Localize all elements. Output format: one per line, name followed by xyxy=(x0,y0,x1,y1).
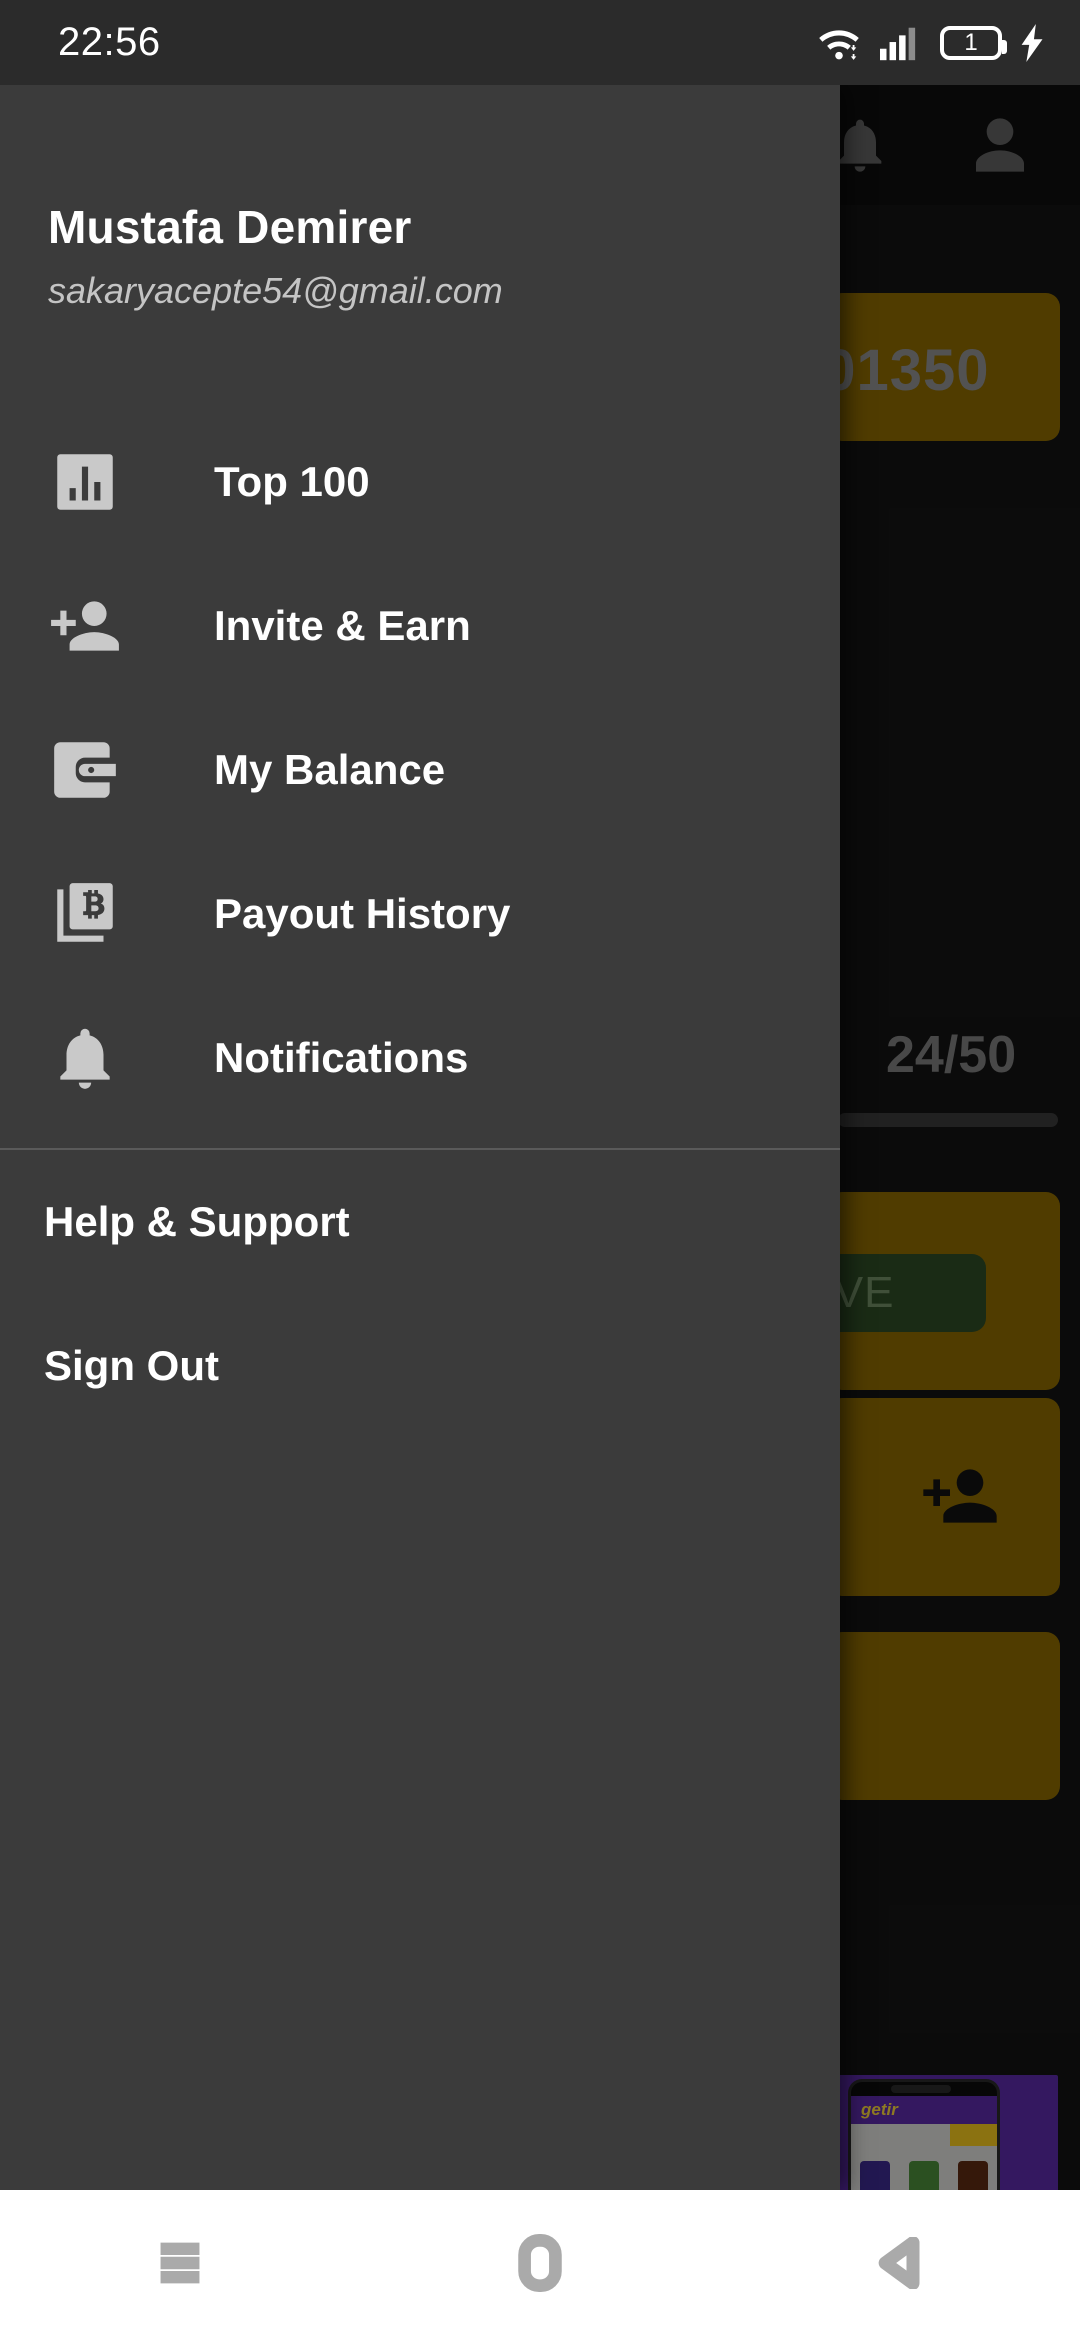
user-email: sakaryacepte54@gmail.com xyxy=(48,270,503,311)
menu-item-label: Invite & Earn xyxy=(214,602,471,649)
drawer-menu: Top 100 Invite & Earn My Balance Payout … xyxy=(0,410,840,1130)
menu-item-notifications[interactable]: Notifications xyxy=(0,986,840,1130)
status-bar: 22:56 1 xyxy=(0,0,1080,85)
menu-item-payout-history[interactable]: Payout History xyxy=(0,842,840,986)
menu-item-sign-out[interactable]: Sign Out xyxy=(0,1294,840,1438)
menu-item-label: Notifications xyxy=(214,1034,469,1081)
bitcoin-history-icon xyxy=(48,877,122,951)
battery-icon: 1 xyxy=(940,25,1007,60)
menu-item-invite-earn[interactable]: Invite & Earn xyxy=(0,554,840,698)
back-button[interactable] xyxy=(825,2190,975,2340)
wifi-icon xyxy=(816,25,862,61)
menu-item-label: Payout History xyxy=(214,890,511,937)
system-navigation-bar xyxy=(0,2190,1080,2340)
user-name: Mustafa Demirer xyxy=(48,201,412,253)
menu-item-my-balance[interactable]: My Balance xyxy=(0,698,840,842)
navigation-drawer: Mustafa Demirer sakaryacepte54@gmail.com… xyxy=(0,85,840,2190)
home-button[interactable] xyxy=(465,2190,615,2340)
charging-bolt-icon xyxy=(1020,23,1046,62)
footer-item-label: Sign Out xyxy=(44,1342,219,1389)
menu-item-top-100[interactable]: Top 100 xyxy=(0,410,840,554)
footer-item-label: Help & Support xyxy=(44,1198,350,1245)
menu-item-label: My Balance xyxy=(214,746,446,793)
wallet-icon xyxy=(48,733,122,807)
home-icon xyxy=(518,2233,562,2297)
battery-level-label: 1 xyxy=(964,28,978,56)
status-bar-clock: 22:56 xyxy=(58,20,161,64)
drawer-header: Mustafa Demirer sakaryacepte54@gmail.com xyxy=(0,85,840,312)
recents-button[interactable] xyxy=(105,2190,255,2340)
back-triangle-icon xyxy=(875,2235,925,2294)
phone-screen: 001350 24/50 ACTIVE getir xyxy=(0,0,1080,2340)
status-bar-icons: 1 xyxy=(816,23,1046,62)
menu-item-label: Top 100 xyxy=(214,458,370,505)
recents-icon xyxy=(153,2240,207,2291)
bell-icon xyxy=(48,1021,122,1095)
bar-chart-icon xyxy=(48,445,122,519)
person-add-icon xyxy=(48,589,122,663)
menu-item-help-support[interactable]: Help & Support xyxy=(0,1150,840,1294)
cellular-signal-icon xyxy=(880,25,922,61)
